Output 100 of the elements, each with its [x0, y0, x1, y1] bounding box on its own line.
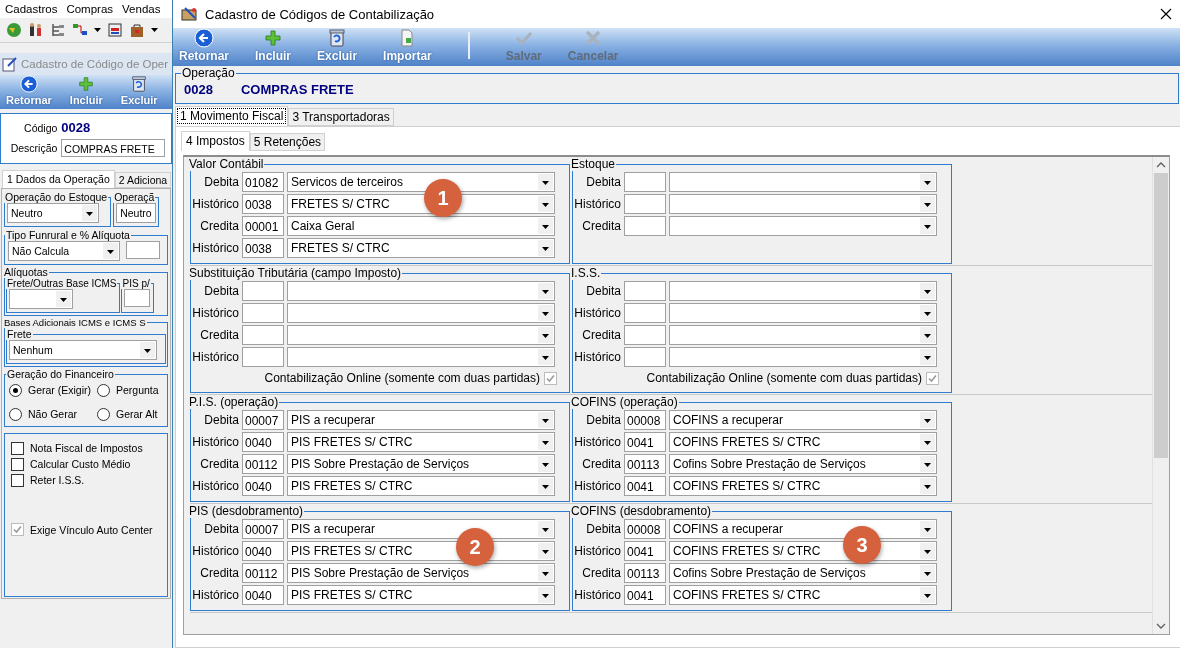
checkbox[interactable] — [926, 371, 939, 385]
account-dropdown[interactable] — [287, 281, 555, 301]
code-field[interactable]: 00113 — [624, 563, 666, 583]
code-field[interactable]: 00112 — [242, 563, 284, 583]
account-dropdown[interactable]: Cofins Sobre Prestação de Serviços — [669, 454, 937, 474]
account-dropdown[interactable] — [669, 303, 937, 323]
account-dropdown[interactable]: PIS a recuperar — [287, 410, 555, 430]
radio-button[interactable] — [9, 383, 22, 397]
code-field[interactable]: 00112 — [242, 454, 284, 474]
account-dropdown[interactable]: COFINS FRETES S/ CTRC — [669, 585, 937, 605]
caret-icon — [538, 283, 553, 299]
code-field[interactable]: 0040 — [242, 585, 284, 605]
code-field[interactable]: 0040 — [242, 432, 284, 452]
code-field[interactable] — [242, 347, 284, 367]
tab[interactable]: 1 Movimento Fiscal — [175, 106, 289, 126]
account-dropdown[interactable] — [287, 325, 555, 345]
account-dropdown[interactable]: COFINS FRETES S/ CTRC — [669, 476, 937, 496]
code-field[interactable] — [242, 325, 284, 345]
dropdown[interactable]: Neutro — [7, 203, 99, 223]
code-field[interactable] — [242, 303, 284, 323]
menu-item[interactable]: Cadastros — [0, 3, 62, 15]
form-icon[interactable] — [107, 22, 123, 38]
code-field[interactable]: 0038 — [242, 238, 284, 258]
code-field[interactable]: 00001 — [242, 216, 284, 236]
code-field[interactable]: 00008 — [624, 519, 666, 539]
account-dropdown[interactable]: COFINS FRETES S/ CTRC — [669, 432, 937, 452]
code-field[interactable]: 00113 — [624, 454, 666, 474]
account-dropdown[interactable]: COFINS a recuperar — [669, 410, 937, 430]
code-field[interactable] — [624, 347, 666, 367]
checkbox[interactable] — [544, 371, 557, 385]
account-dropdown[interactable]: PIS FRETES S/ CTRC — [287, 585, 555, 605]
account-dropdown[interactable]: PIS a recuperar — [287, 519, 555, 539]
radio-button[interactable] — [9, 407, 22, 421]
code-field[interactable] — [624, 325, 666, 345]
account-dropdown[interactable]: PIS Sobre Prestação de Serviços — [287, 563, 555, 583]
code-field[interactable] — [624, 303, 666, 323]
tree-icon[interactable] — [50, 22, 66, 38]
tab[interactable]: 2 Adiciona — [114, 172, 172, 188]
caret-icon[interactable] — [94, 27, 101, 33]
code-field[interactable]: 0041 — [624, 541, 666, 561]
caret-icon — [920, 587, 935, 603]
dropdown[interactable] — [9, 289, 73, 309]
radio-button[interactable] — [97, 383, 110, 397]
code-field[interactable]: 0041 — [624, 476, 666, 496]
radio-button[interactable] — [97, 407, 110, 421]
operation-code: 0028 — [184, 82, 213, 97]
bag-icon[interactable] — [129, 22, 145, 38]
code-field[interactable]: 0040 — [242, 476, 284, 496]
account-dropdown[interactable]: COFINS a recuperar — [669, 519, 937, 539]
code-field[interactable]: 0041 — [624, 432, 666, 452]
tab[interactable]: 1 Dados da Operação — [2, 170, 115, 188]
code-field[interactable]: 01082 — [242, 172, 284, 192]
globe-icon[interactable] — [6, 22, 22, 38]
description-field[interactable]: COMPRAS FRETE — [61, 139, 166, 157]
code-field[interactable]: 00007 — [242, 410, 284, 430]
code-field[interactable]: 00007 — [242, 519, 284, 539]
account-dropdown[interactable] — [669, 281, 937, 301]
account-dropdown[interactable] — [669, 347, 937, 367]
network-icon[interactable] — [72, 22, 88, 38]
account-dropdown[interactable] — [669, 325, 937, 345]
tab[interactable]: 4 Impostos — [181, 131, 250, 151]
checkbox[interactable] — [11, 441, 24, 455]
code-field[interactable]: 00008 — [624, 410, 666, 430]
code-field[interactable] — [242, 281, 284, 301]
field-label: Código — [23, 121, 58, 134]
people-icon[interactable] — [28, 22, 44, 38]
menu-item[interactable]: Compras — [61, 3, 118, 15]
caret-icon — [538, 543, 553, 559]
code-field[interactable]: 0040 — [242, 541, 284, 561]
menu-item[interactable]: Vendas — [117, 3, 165, 15]
account-dropdown[interactable]: PIS FRETES S/ CTRC — [287, 476, 555, 496]
code-field[interactable] — [624, 216, 666, 236]
account-dropdown[interactable]: Caixa Geral — [287, 216, 555, 236]
scrollbar[interactable] — [1152, 157, 1169, 634]
account-dropdown[interactable]: PIS Sobre Prestação de Serviços — [287, 454, 555, 474]
tab[interactable]: 5 Retenções — [249, 133, 326, 151]
code-field[interactable]: 0041 — [624, 585, 666, 605]
account-dropdown[interactable]: Cofins Sobre Prestação de Serviços — [669, 563, 937, 583]
dropdown[interactable]: Não Calcula — [8, 241, 120, 261]
dropdown[interactable]: Nenhum — [9, 340, 157, 360]
checkbox[interactable] — [11, 473, 24, 487]
tab[interactable]: 3 Transportadoras — [288, 108, 394, 126]
account-dropdown[interactable] — [669, 172, 937, 192]
account-dropdown[interactable] — [669, 194, 937, 214]
account-dropdown[interactable]: Servicos de terceiros — [287, 172, 555, 192]
account-dropdown[interactable]: PIS FRETES S/ CTRC — [287, 432, 555, 452]
caret-icon[interactable] — [151, 27, 158, 33]
code-field[interactable] — [624, 194, 666, 214]
account-dropdown[interactable] — [287, 303, 555, 323]
code-field[interactable] — [624, 281, 666, 301]
code-field[interactable] — [624, 172, 666, 192]
account-dropdown[interactable]: FRETES S/ CTRC — [287, 238, 555, 258]
input-field[interactable] — [124, 289, 151, 307]
code-field[interactable]: 0038 — [242, 194, 284, 214]
account-dropdown[interactable] — [669, 216, 937, 236]
caret-icon — [538, 587, 553, 603]
dropdown[interactable]: Neutro — [116, 203, 157, 223]
account-dropdown[interactable] — [287, 347, 555, 367]
input-field[interactable] — [126, 241, 160, 259]
checkbox[interactable] — [11, 457, 24, 471]
